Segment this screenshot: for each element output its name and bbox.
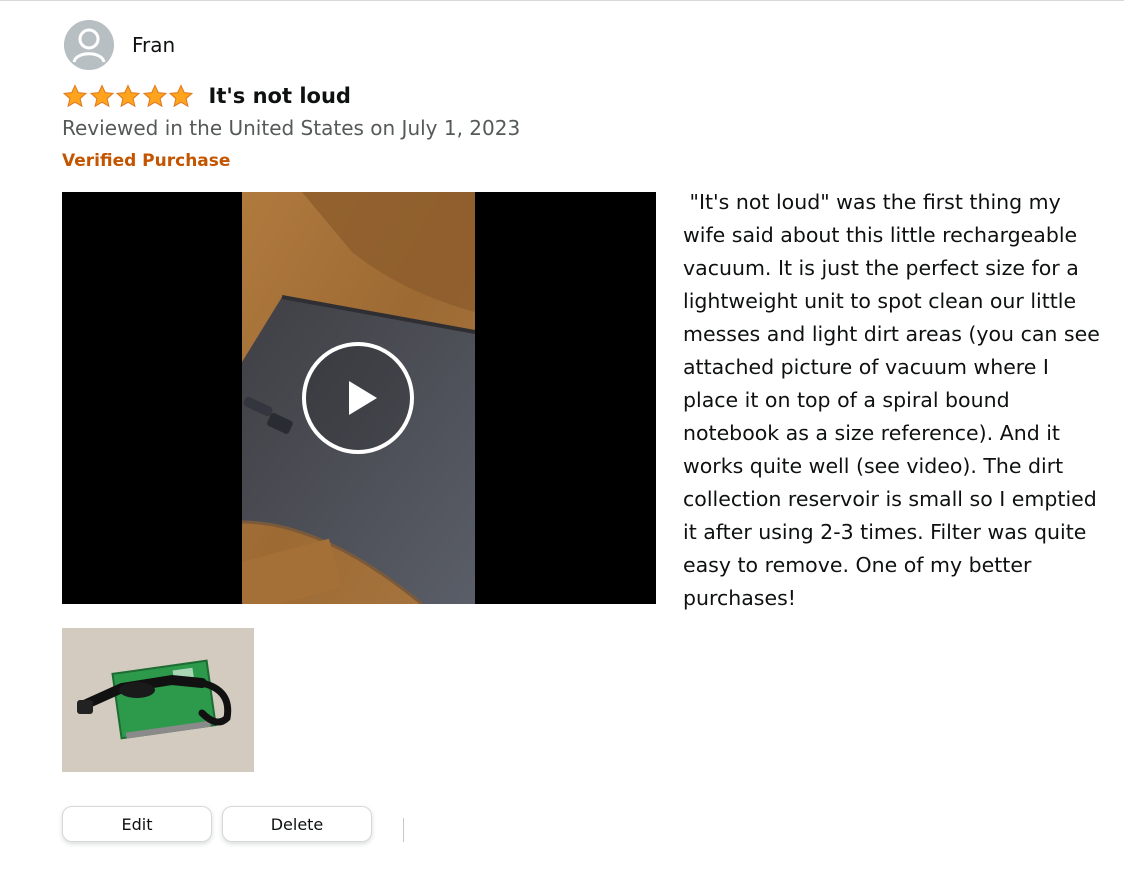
play-icon[interactable] — [301, 341, 415, 455]
review-date: Reviewed in the United States on July 1,… — [62, 116, 521, 140]
vacuum-photo — [62, 628, 254, 772]
star-icon — [142, 83, 167, 107]
action-divider — [403, 818, 404, 842]
review-title[interactable]: It's not loud — [209, 84, 351, 108]
star-icon — [168, 83, 194, 107]
reviewer-profile[interactable]: Fran — [64, 20, 175, 70]
star-rating — [62, 83, 195, 109]
review-title-row: It's not loud — [62, 82, 351, 110]
delete-button[interactable]: Delete — [222, 806, 372, 842]
review-body-text: "It's not loud" was the first thing my w… — [683, 190, 1107, 610]
review-image-thumbnail[interactable] — [62, 628, 254, 772]
top-divider — [0, 0, 1124, 1]
reviewer-name[interactable]: Fran — [132, 33, 175, 57]
edit-button[interactable]: Edit — [62, 806, 212, 842]
verified-purchase-badge: Verified Purchase — [62, 151, 231, 171]
star-icon — [115, 83, 141, 107]
user-silhouette-icon — [64, 20, 114, 70]
star-icon — [89, 83, 114, 107]
avatar[interactable] — [64, 20, 114, 70]
review-video-player[interactable] — [62, 192, 656, 604]
review-page: Fran It's not loud Reviewed in the Unite… — [0, 0, 1124, 881]
star-icon — [62, 83, 88, 107]
